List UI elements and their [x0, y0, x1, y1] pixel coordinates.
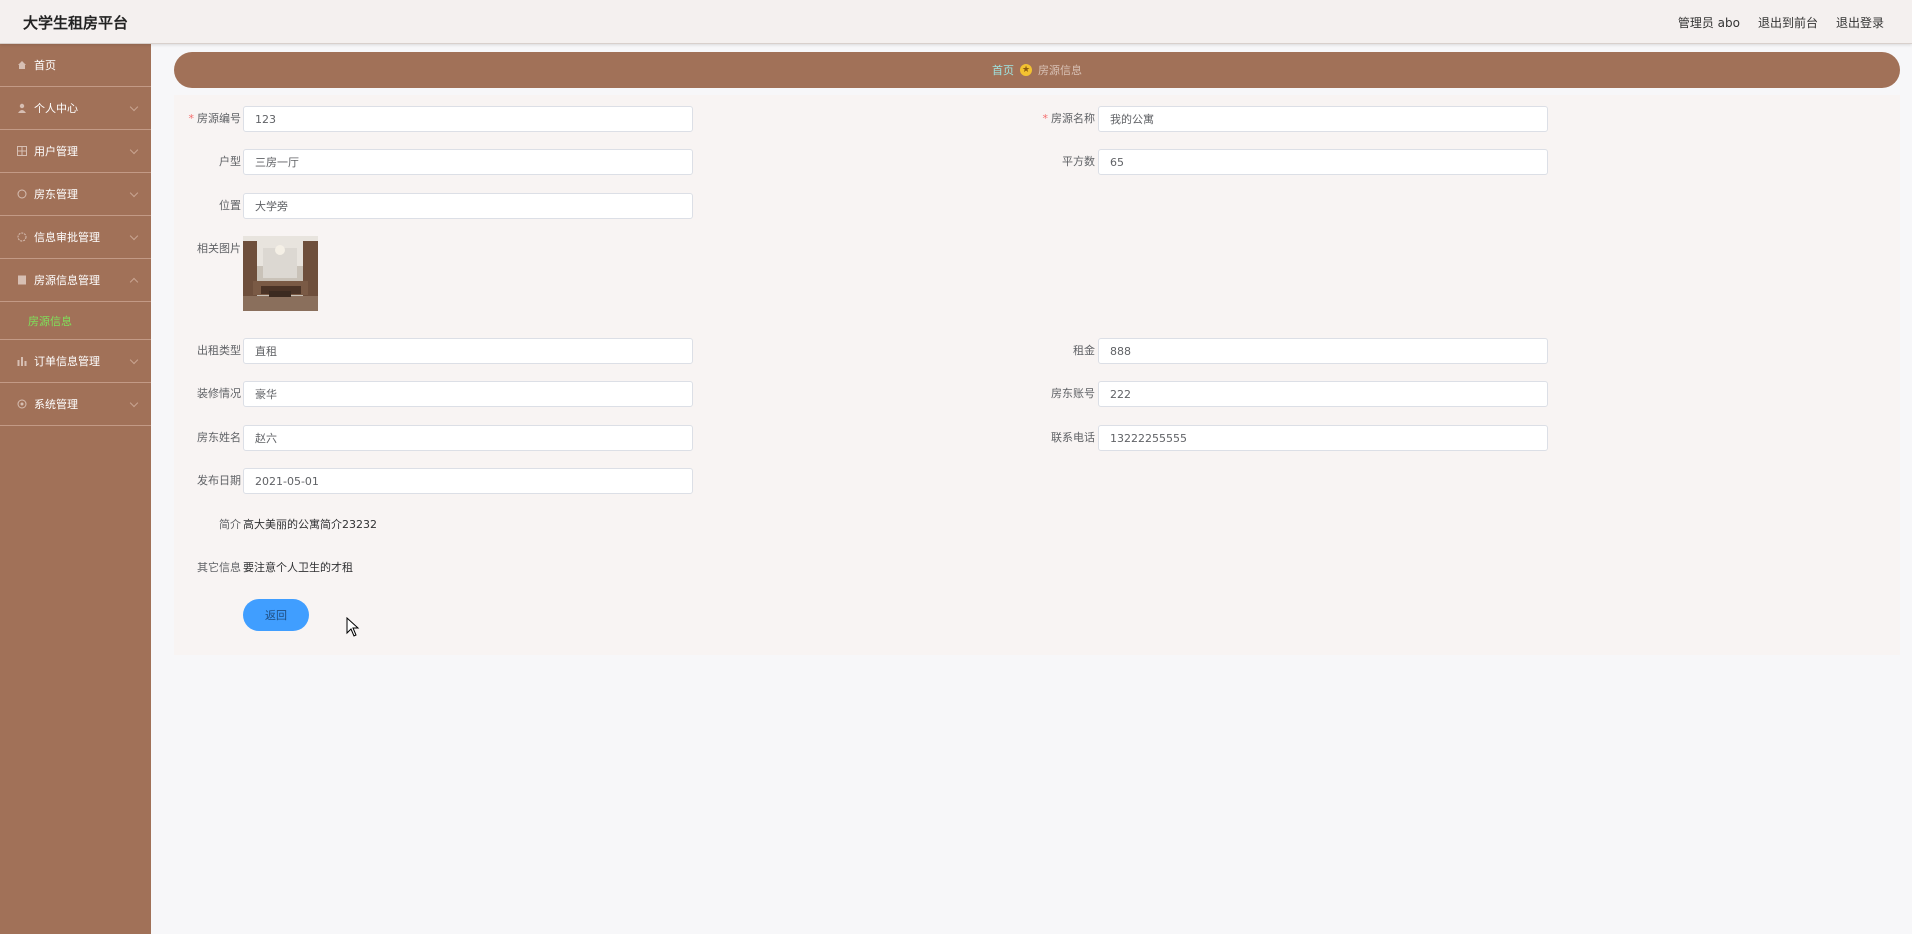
location-input[interactable]: [243, 193, 693, 219]
sidebar-item-label: 用户管理: [34, 145, 78, 158]
landlord-account-input[interactable]: [1098, 381, 1548, 407]
house-no-label: * 房源编号: [188, 112, 242, 125]
sidebar-item-landlords[interactable]: 房东管理: [0, 173, 151, 216]
detail-form: *房源编号 *房源名称 户型 平方数 位置 相关图片 出租类型 租金 装修情况 …: [174, 95, 1900, 655]
chevron-up-icon: [129, 277, 139, 287]
rent-label: 租金: [1073, 344, 1095, 357]
app-title: 大学生租房平台: [23, 14, 129, 32]
chevron-down-icon: [129, 102, 139, 112]
intro-label: 简介: [219, 518, 241, 531]
sidebar-item-system[interactable]: 系统管理: [0, 383, 151, 426]
user-icon: [17, 103, 27, 113]
sidebar-item-label: 信息审批管理: [34, 231, 100, 244]
breadcrumb-home-link[interactable]: 首页: [992, 62, 1014, 78]
area-label: 平方数: [1062, 155, 1095, 168]
breadcrumb-current: 房源信息: [1038, 64, 1082, 77]
sidebar-item-approval[interactable]: 信息审批管理: [0, 216, 151, 259]
chevron-down-icon: [129, 398, 139, 408]
top-right-links: 管理员 abo 退出到前台 退出登录: [1678, 14, 1884, 31]
circle-icon: [17, 189, 27, 199]
top-bar: 大学生租房平台 管理员 abo 退出到前台 退出登录: [0, 0, 1912, 44]
exit-to-front-link[interactable]: 退出到前台: [1758, 14, 1818, 31]
logout-link[interactable]: 退出登录: [1836, 14, 1884, 31]
sidebar-item-label: 房源信息管理: [34, 274, 100, 287]
chevron-down-icon: [129, 355, 139, 365]
house-name-input[interactable]: [1098, 106, 1548, 132]
contact-phone-label: 联系电话: [1051, 431, 1095, 444]
sidebar-item-label: 订单信息管理: [34, 355, 100, 368]
house-name-label: * 房源名称: [1042, 112, 1096, 125]
layout-input[interactable]: [243, 149, 693, 175]
area-input[interactable]: [1098, 149, 1548, 175]
layout-label: 户型: [219, 155, 241, 168]
chevron-down-icon: [129, 188, 139, 198]
home-icon: [17, 60, 27, 70]
back-button[interactable]: 返回: [243, 599, 309, 631]
user-label: 管理员 abo: [1677, 16, 1740, 30]
house-photo[interactable]: [243, 236, 318, 311]
other-info-label: 其它信息: [197, 561, 241, 574]
sidebar-item-listings[interactable]: 房源信息管理: [0, 259, 151, 302]
sidebar-item-label: 个人中心: [34, 102, 78, 115]
sidebar: 首页 个人中心 用户管理 房东管理 信息审批管理 房源信息管理 房源信息 订单信…: [0, 44, 151, 934]
sidebar-subitem-listing-info[interactable]: 房源信息: [0, 302, 151, 340]
star-icon: ★: [1020, 64, 1032, 76]
landlord-account-label: 房东账号: [1051, 387, 1095, 400]
sidebar-item-orders[interactable]: 订单信息管理: [0, 340, 151, 383]
clock-icon: [17, 232, 27, 242]
sidebar-item-label: 房东管理: [34, 188, 78, 201]
sidebar-subitem-label: 房源信息: [28, 314, 72, 328]
grid-icon: [17, 146, 27, 156]
sidebar-item-label: 首页: [34, 59, 56, 72]
landlord-name-label: 房东姓名: [197, 431, 241, 444]
bar-chart-icon: [17, 356, 27, 366]
sidebar-item-label: 系统管理: [34, 398, 78, 411]
mouse-cursor-icon: [346, 617, 360, 637]
sidebar-item-home[interactable]: 首页: [0, 44, 151, 87]
photo-label: 相关图片: [197, 242, 241, 255]
rent-type-input[interactable]: [243, 338, 693, 364]
rent-type-label: 出租类型: [197, 344, 241, 357]
publish-date-input[interactable]: [243, 468, 693, 494]
sidebar-item-users[interactable]: 用户管理: [0, 130, 151, 173]
decoration-label: 装修情况: [197, 387, 241, 400]
location-label: 位置: [219, 199, 241, 212]
other-info-text: 要注意个人卫生的才租: [243, 561, 353, 574]
settings-icon: [17, 399, 27, 409]
chevron-down-icon: [129, 145, 139, 155]
rent-input[interactable]: [1098, 338, 1548, 364]
house-no-input[interactable]: [243, 106, 693, 132]
intro-text: 高大美丽的公寓简介23232: [243, 518, 377, 531]
doc-icon: [17, 275, 27, 285]
chevron-down-icon: [129, 231, 139, 241]
sidebar-item-personal[interactable]: 个人中心: [0, 87, 151, 130]
landlord-name-input[interactable]: [243, 425, 693, 451]
publish-date-label: 发布日期: [197, 474, 241, 487]
breadcrumb: 首页 ★ 房源信息: [174, 52, 1900, 88]
decoration-input[interactable]: [243, 381, 693, 407]
contact-phone-input[interactable]: [1098, 425, 1548, 451]
